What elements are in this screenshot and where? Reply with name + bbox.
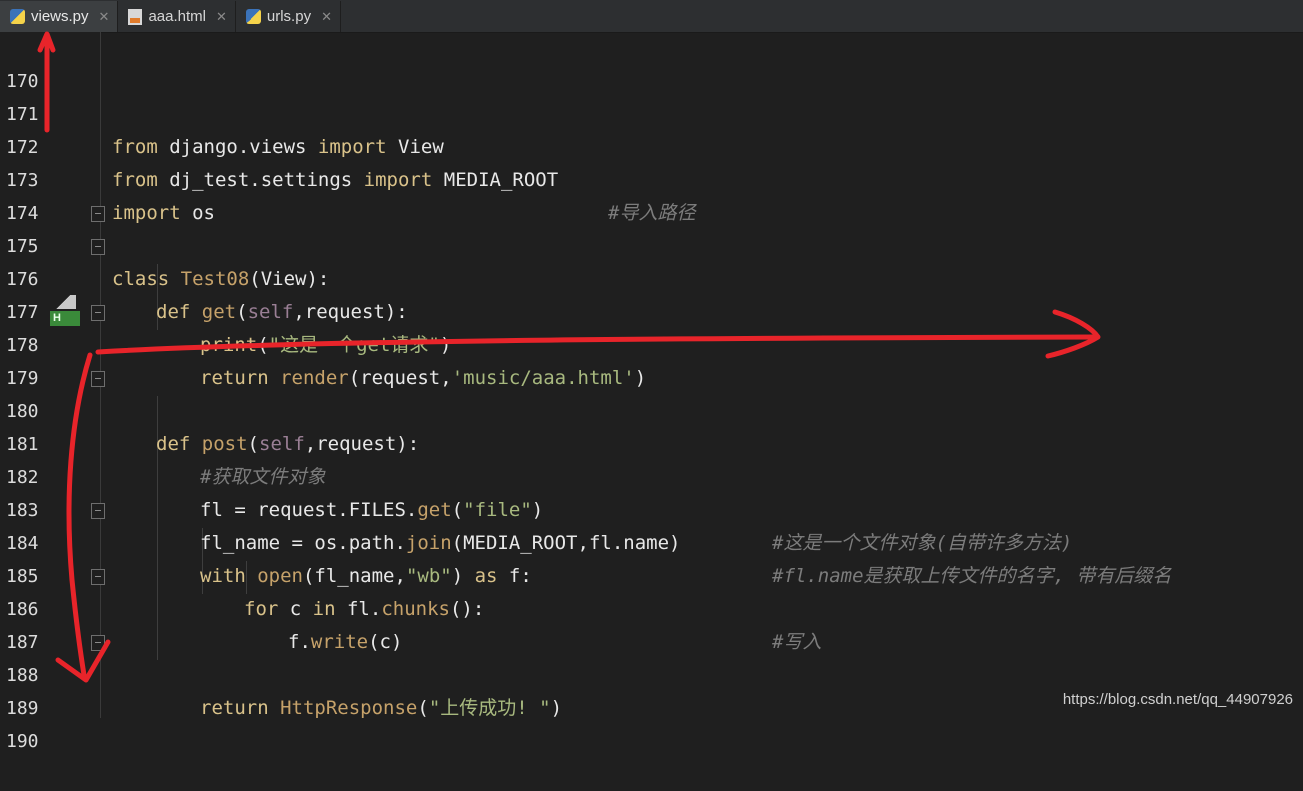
tab-views-py[interactable]: views.py ✕ (0, 1, 119, 32)
code-line: 180 def post(self,request): (0, 362, 1303, 455)
html-file-icon (128, 8, 143, 25)
fold-toggle-icon[interactable] (91, 305, 105, 321)
code-line: 187 (0, 593, 1303, 653)
code-line: 179 (0, 329, 1303, 389)
code-line: 184 with open(fl_name,"wb") as f: (0, 494, 1303, 587)
close-icon[interactable]: ✕ (321, 9, 332, 25)
code-line: 181 #获取文件对象 (0, 395, 1303, 488)
code-editor[interactable]: 170 171 from django.views import View 17… (0, 32, 1303, 752)
tab-urls-py[interactable]: urls.py ✕ (236, 1, 341, 32)
code-line: 171 from django.views import View (0, 65, 1303, 158)
code-line: 170 (0, 32, 1303, 92)
tab-label: views.py (31, 8, 89, 25)
python-file-icon (245, 9, 261, 24)
fold-toggle-icon[interactable] (91, 371, 105, 387)
code-line: 173 import os (0, 131, 1303, 224)
close-icon[interactable]: ✕ (99, 9, 110, 25)
fold-toggle-icon[interactable] (91, 635, 105, 651)
code-line: 185 for c in fl.chunks(): #写入 (0, 527, 1303, 653)
tab-label: aaa.html (148, 8, 206, 25)
fold-toggle-icon[interactable] (91, 239, 105, 255)
close-icon[interactable]: ✕ (216, 9, 227, 25)
code-line: 182 fl = request.FILES.get("file") #这是一个… (0, 428, 1303, 554)
tab-aaa-html[interactable]: aaa.html ✕ (118, 1, 236, 32)
code-line: 186 f.write(c) (0, 560, 1303, 653)
code-line: 178 return render(request,'music/aaa.htm… (0, 296, 1303, 389)
code-line: 177 print("这是一个get请求") (0, 263, 1303, 356)
line-number: 190 (6, 731, 39, 752)
code-line: 172 from dj_test.settings import MEDIA_R… (0, 98, 1303, 224)
html-template-gutter-icon[interactable]: H (48, 295, 82, 329)
code-line: 174 (0, 164, 1303, 224)
code-line: 183 fl_name = os.path.join(MEDIA_ROOT,fl… (0, 461, 1303, 587)
code-line: 189 (0, 659, 1303, 719)
fold-toggle-icon[interactable] (91, 569, 105, 585)
code-line: 188 return HttpResponse("上传成功! ") (0, 626, 1303, 719)
code-line: 176 def get(self,request): (0, 230, 1303, 323)
fold-toggle-icon[interactable] (91, 503, 105, 519)
code-line: 175 class Test08(View): (0, 197, 1303, 290)
python-file-icon (10, 9, 25, 24)
tab-label: urls.py (266, 8, 312, 25)
watermark: https://blog.csdn.net/qq_44907926 (1062, 691, 1293, 708)
editor-tab-bar: views.py ✕ aaa.html ✕ urls.py ✕ (0, 0, 1303, 33)
fold-toggle-icon[interactable] (91, 206, 105, 222)
